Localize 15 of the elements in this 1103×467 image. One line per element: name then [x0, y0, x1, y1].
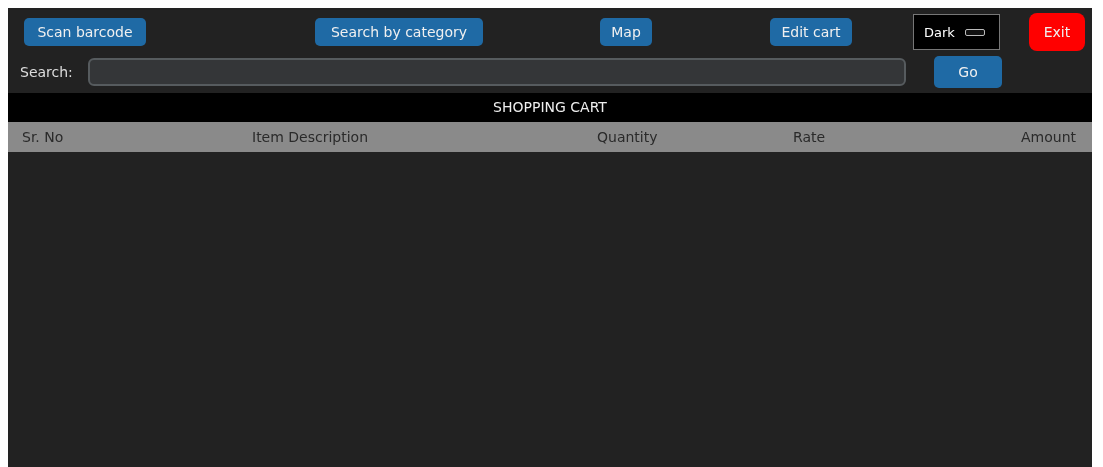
search-label: Search:: [20, 64, 74, 80]
go-button[interactable]: Go: [934, 56, 1002, 88]
exit-button[interactable]: Exit: [1029, 13, 1085, 51]
cart-title-bar: SHOPPING CART: [8, 93, 1092, 122]
toolbar-button[interactable]: Scan barcode: [24, 18, 146, 46]
toolbar-button[interactable]: Map: [600, 18, 652, 46]
toolbar-button[interactable]: Edit cart: [770, 18, 852, 46]
toolbar-button[interactable]: Search by category: [315, 18, 483, 46]
column-header: Amount: [1021, 129, 1076, 145]
column-header: Quantity: [597, 129, 659, 145]
column-header: Rate: [793, 129, 827, 145]
column-header: Sr. No: [22, 129, 65, 145]
column-header: Item Description: [252, 129, 370, 145]
theme-switch[interactable]: Dark: [913, 14, 1000, 50]
search-field[interactable]: [88, 58, 906, 86]
